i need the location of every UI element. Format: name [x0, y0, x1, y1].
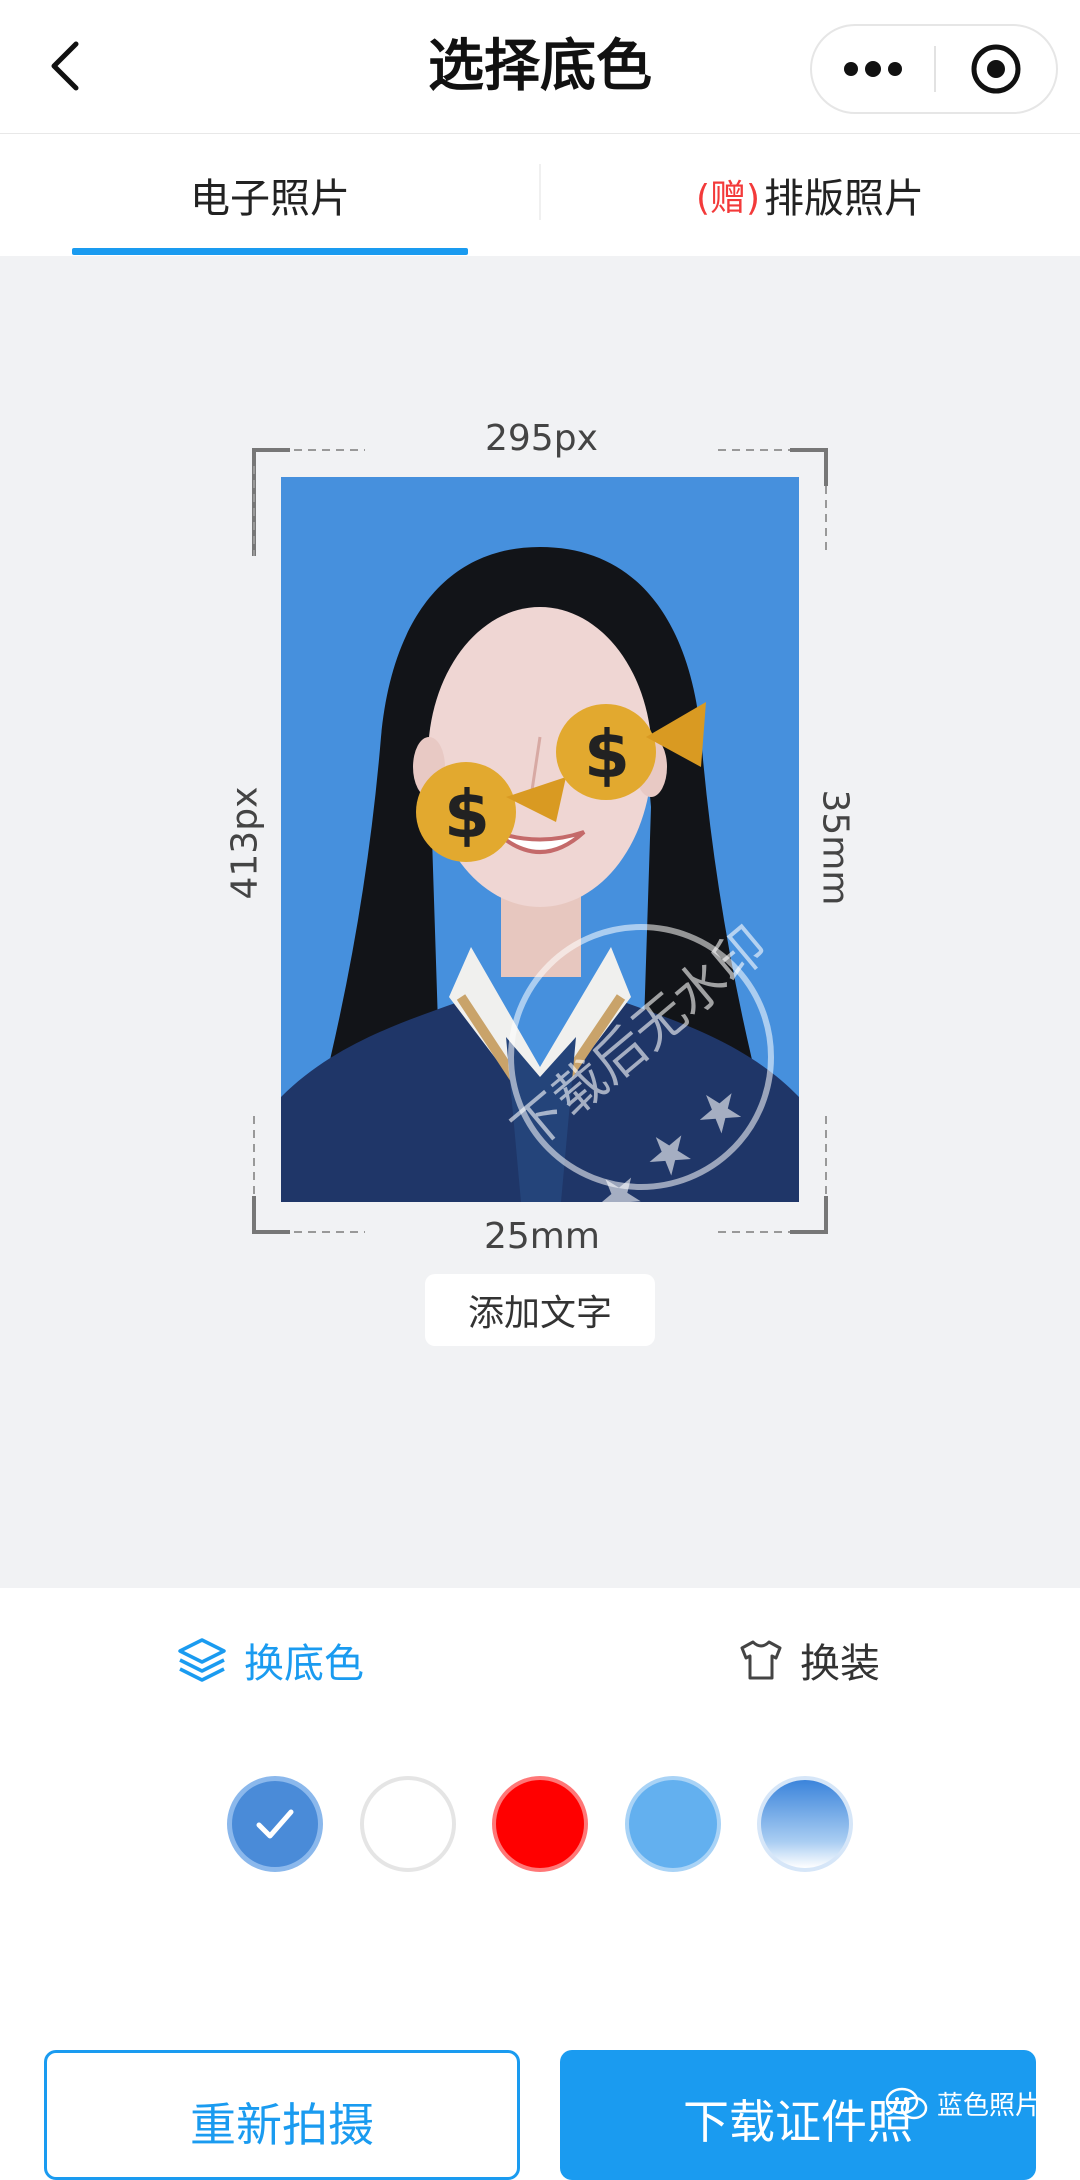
retake-button[interactable]: 重新拍摄	[44, 2050, 520, 2180]
mode-label: 换装	[800, 1641, 880, 1687]
height-px-label: 413px	[224, 786, 266, 900]
id-photo: $ $ ★ ★ ★ 下载后无水印	[281, 477, 799, 1202]
change-background-tab[interactable]: 换底色	[176, 1620, 364, 1700]
shirt-icon	[740, 1640, 782, 1680]
badge-text: 蓝色照片	[937, 2091, 1042, 2121]
mini-program-capsule	[810, 24, 1058, 114]
wechat-watermark-badge: 蓝色照片	[885, 2085, 1041, 2122]
swatch-light-blue[interactable]	[625, 1776, 721, 1872]
wechat-icon	[885, 2087, 928, 2119]
nav-bar: 选择底色	[0, 0, 1080, 134]
tab-label: 电子照片	[190, 175, 350, 222]
more-button[interactable]	[812, 26, 934, 112]
back-button[interactable]	[30, 30, 102, 102]
swatch-blue[interactable]	[227, 1776, 323, 1872]
height-mm-label: 35mm	[814, 789, 856, 906]
add-text-button[interactable]: 添加文字	[425, 1274, 655, 1346]
chevron-left-icon	[51, 41, 79, 91]
more-dots-icon	[844, 61, 902, 77]
tab-electronic-photo[interactable]: 电子照片	[0, 134, 540, 255]
active-tab-indicator	[72, 248, 468, 255]
gift-tag: (赠)	[695, 177, 761, 219]
layers-icon	[178, 1638, 226, 1682]
close-button[interactable]	[936, 26, 1056, 112]
mode-label: 换底色	[244, 1641, 364, 1687]
tab-layout-photo[interactable]: (赠) 排版照片	[540, 134, 1080, 255]
change-outfit-tab[interactable]: 换装	[738, 1620, 880, 1700]
swatch-red[interactable]	[492, 1776, 588, 1872]
check-icon	[256, 1809, 294, 1839]
swatch-gradient-blue[interactable]	[757, 1776, 853, 1872]
photo-type-tabs: 电子照片 (赠) 排版照片	[0, 134, 1080, 255]
tab-label: 排版照片	[764, 175, 925, 222]
svg-text:$: $	[444, 776, 490, 853]
width-mm-label: 25mm	[484, 1216, 600, 1257]
width-px-label: 295px	[485, 418, 598, 459]
svg-text:$: $	[584, 716, 630, 793]
swatch-white[interactable]	[360, 1776, 456, 1872]
target-close-icon	[971, 44, 1021, 94]
photo-preview-area: 295px 25mm 413px 35mm $ $ ★ ★ ★ 下载后无水印 添…	[0, 256, 1080, 1588]
